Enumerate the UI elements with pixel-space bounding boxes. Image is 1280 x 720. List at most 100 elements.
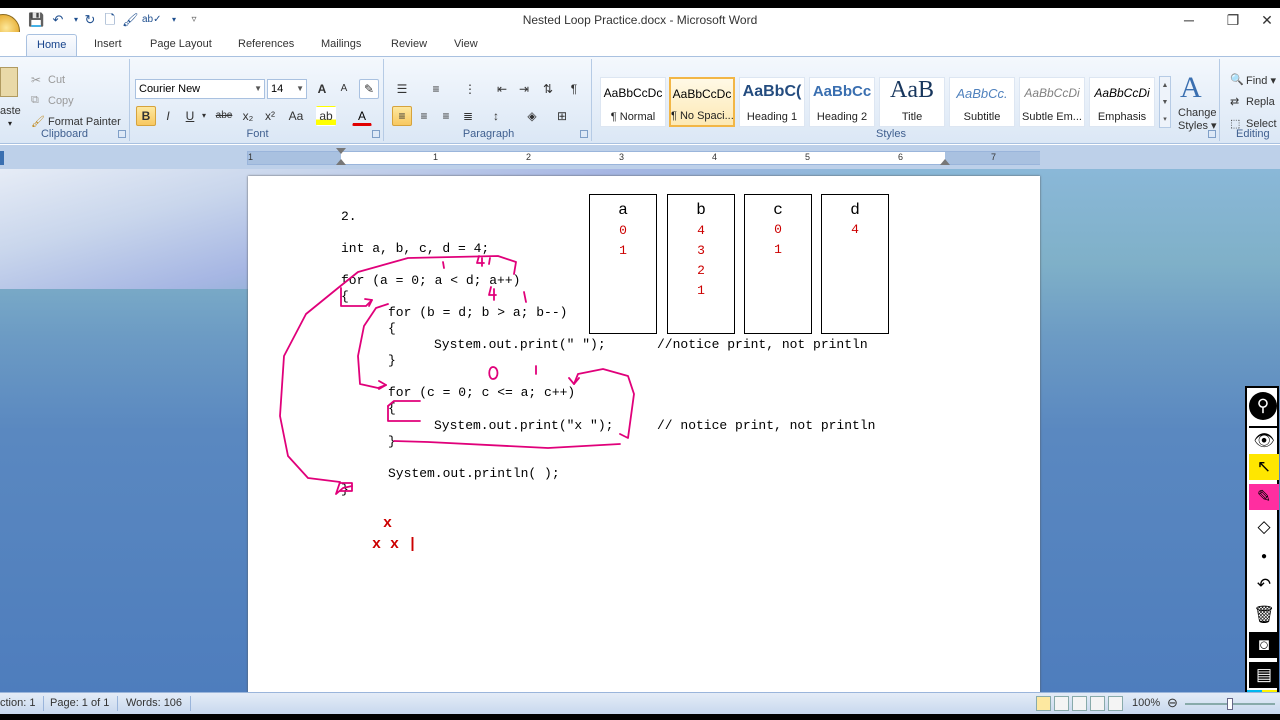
first-line-indent-marker[interactable] [336, 148, 346, 154]
status-words[interactable]: Words: 106 [126, 697, 182, 709]
font-size-combo[interactable]: 14 ▼ [267, 79, 307, 99]
font-launcher-icon[interactable] [372, 130, 380, 138]
tab-references[interactable]: References [236, 38, 296, 50]
tab-page-layout[interactable]: Page Layout [148, 38, 214, 50]
doc-line: System.out.print(" "); [434, 337, 606, 352]
justify-icon[interactable]: ≣ [458, 106, 478, 126]
styles-launcher-icon[interactable] [1208, 130, 1216, 138]
zoom-slider-thumb[interactable] [1227, 698, 1233, 710]
style-subtle-emphasis[interactable]: AaBbCcDi Subtle Em... [1019, 77, 1085, 127]
find-button[interactable]: Find ▾ [1246, 74, 1276, 87]
document-page[interactable]: 2. int a, b, c, d = 4; for (a = 0; a < d… [248, 176, 1040, 694]
paragraph-label: Paragraph [462, 128, 515, 140]
superscript-button[interactable]: x² [260, 106, 280, 126]
status-section[interactable]: ction: 1 [0, 697, 35, 709]
trash-icon[interactable]: 🗑 [1249, 602, 1279, 628]
camera-icon[interactable]: ◙ [1249, 632, 1279, 658]
style-title[interactable]: AaB Title [879, 77, 945, 127]
paragraph-group: ☰ ≡ ⋮ ⇤ ⇥ ⇅ ¶ ≡ ≡ ≡ ≣ ↕ ◈ ⊞ Paragraph [386, 59, 592, 141]
format-painter-button[interactable]: Format Painter [48, 116, 121, 128]
undo-icon[interactable]: ↶ [1249, 572, 1279, 598]
draft-view-icon[interactable] [1108, 696, 1123, 711]
style-subtitle[interactable]: AaBbCc. Subtitle [949, 77, 1015, 127]
close-button[interactable]: ✕ [1252, 10, 1280, 30]
numbering-icon[interactable]: ≡ [426, 79, 446, 99]
line-spacing-icon[interactable]: ↕ [486, 106, 506, 126]
paragraph-launcher-icon[interactable] [580, 130, 588, 138]
strikethrough-button[interactable]: abe [212, 106, 236, 126]
clipboard-launcher-icon[interactable] [118, 130, 126, 138]
trace-value: 0 [619, 223, 627, 238]
style-normal[interactable]: AaBbCcDc ¶ Normal [600, 77, 666, 127]
borders-icon[interactable]: ⊞ [552, 106, 572, 126]
style-no-spacing[interactable]: AaBbCcDc ¶ No Spaci... [669, 77, 735, 127]
web-layout-view-icon[interactable] [1072, 696, 1087, 711]
style-heading-1[interactable]: AaBbC( Heading 1 [739, 77, 805, 127]
page-icon[interactable]: ▤ [1249, 662, 1279, 688]
font-color-button[interactable]: A [352, 106, 372, 126]
bullets-icon[interactable]: ☰ [392, 79, 412, 99]
copy-button[interactable]: Copy [48, 95, 74, 107]
bold-button[interactable]: B [136, 106, 156, 126]
underline-dropdown-icon[interactable]: ▾ [202, 111, 206, 120]
ink-tick-1 [442, 261, 445, 269]
align-left-icon[interactable]: ≡ [392, 106, 412, 126]
ruler-number: 3 [619, 152, 625, 162]
full-screen-view-icon[interactable] [1054, 696, 1069, 711]
shading-icon[interactable]: ◈ [522, 106, 542, 126]
print-layout-view-icon[interactable] [1036, 696, 1051, 711]
text-highlight-icon[interactable]: ab [316, 106, 336, 126]
decrease-indent-icon[interactable]: ⇤ [492, 79, 512, 99]
highlighter-icon[interactable]: ✎ [1249, 484, 1279, 510]
minimize-button[interactable]: ─ [1174, 10, 1204, 30]
increase-indent-icon[interactable]: ⇥ [514, 79, 534, 99]
ribbon-tabs: Home Insert Page Layout References Maili… [0, 32, 1280, 56]
pointer-icon[interactable]: ↖ [1249, 454, 1279, 480]
grow-font-button[interactable]: A [312, 79, 332, 99]
shrink-font-button[interactable]: A [334, 79, 354, 99]
underline-button[interactable]: U [180, 106, 200, 126]
restore-button[interactable]: ❐ [1218, 10, 1248, 30]
eye-icon[interactable]: 👁 [1249, 426, 1279, 452]
align-right-icon[interactable]: ≡ [436, 106, 456, 126]
horizontal-ruler[interactable]: 1 1 2 3 4 5 6 7 [247, 148, 1040, 165]
pin-icon[interactable]: ⚲ [1249, 392, 1277, 420]
sort-icon[interactable]: ⇅ [538, 79, 558, 99]
italic-button[interactable]: I [158, 106, 178, 126]
font-name-combo[interactable]: Courier New ▼ [135, 79, 265, 99]
style-emphasis[interactable]: AaBbCcDi Emphasis [1089, 77, 1155, 127]
cut-button[interactable]: Cut [48, 74, 65, 86]
change-styles-label[interactable]: Change [1178, 107, 1217, 119]
trace-value: 1 [697, 283, 705, 298]
trace-column-d: d 4 [821, 194, 889, 334]
tab-home[interactable]: Home [26, 34, 78, 56]
editing-group: 🔍 Find ▾ ⇄ Repla ⬚ Select Editing [1222, 59, 1280, 141]
paste-button[interactable]: aste [0, 105, 21, 117]
subscript-button[interactable]: x₂ [238, 106, 258, 126]
word-window: 💾 ↶ ▾ ↻ 🗋 🖌 ab✓ ▾ ▿ Nested Loop Practice… [0, 8, 1280, 714]
hanging-indent-marker[interactable] [336, 159, 346, 165]
ruler-toggle-icon[interactable] [0, 151, 4, 165]
replace-button[interactable]: Repla [1246, 96, 1275, 108]
zoom-level[interactable]: 100% [1132, 697, 1160, 709]
tab-review[interactable]: Review [389, 38, 429, 50]
change-case-button[interactable]: Aa [284, 106, 308, 126]
status-page[interactable]: Page: 1 of 1 [50, 697, 109, 709]
styles-label: Styles [876, 128, 906, 140]
tab-mailings[interactable]: Mailings [319, 38, 363, 50]
tab-view[interactable]: View [452, 38, 480, 50]
eraser-icon[interactable]: ◇ [1249, 514, 1279, 540]
clear-formatting-icon[interactable]: ✎ [359, 79, 379, 99]
outline-view-icon[interactable] [1090, 696, 1105, 711]
styles-scroll-icon[interactable]: ▲ ▼ ▾ [1159, 76, 1171, 128]
right-indent-marker[interactable] [940, 159, 950, 165]
multilevel-list-icon[interactable]: ⋮ [460, 79, 480, 99]
show-formatting-button[interactable]: ¶ [564, 79, 584, 99]
trace-value: 4 [697, 223, 705, 238]
zoom-slider[interactable] [1185, 698, 1275, 710]
align-center-icon[interactable]: ≡ [414, 106, 434, 126]
zoom-out-icon[interactable]: ⊖ [1167, 695, 1178, 711]
dot-icon[interactable]: ● [1249, 544, 1279, 570]
tab-insert[interactable]: Insert [92, 38, 124, 50]
style-heading-2[interactable]: AaBbCc Heading 2 [809, 77, 875, 127]
